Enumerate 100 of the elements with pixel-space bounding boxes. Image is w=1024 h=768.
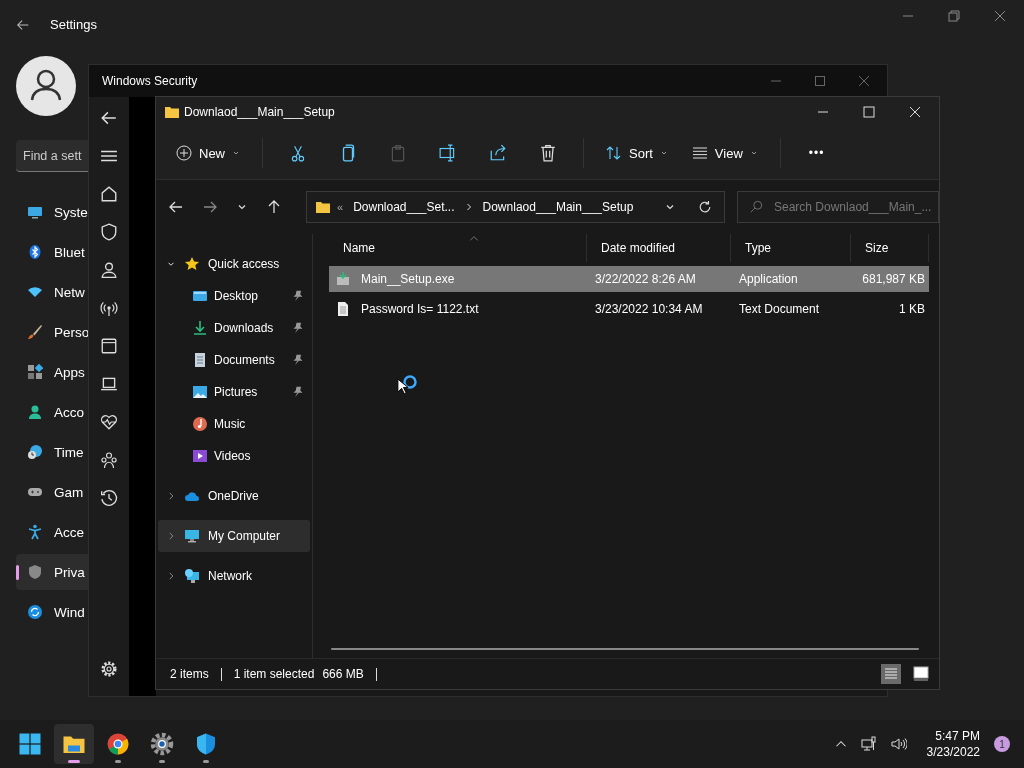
window-title: Settings [50,17,97,32]
pin-icon[interactable] [292,290,304,302]
scrollbar[interactable] [331,648,919,650]
overflow-crumb[interactable]: « [337,201,344,213]
settings-nav-item[interactable]: Perso [16,314,88,350]
clock-icon [27,444,43,460]
nav-tree-item[interactable]: Documents [158,344,310,376]
notification-badge[interactable]: 1 [994,736,1010,752]
back-icon[interactable] [168,199,184,215]
settings-nav-item[interactable]: Gam [16,474,88,510]
view-button[interactable]: View [683,139,766,167]
cursor-icon [397,378,408,395]
bluetooth-icon [27,244,43,260]
network-icon[interactable] [860,736,877,752]
taskbar-app[interactable] [54,724,94,764]
settings-nav-item[interactable]: Priva [16,554,88,590]
folder-icon [315,199,331,215]
chevron-icon[interactable] [166,531,176,541]
settings-nav-item[interactable]: Acco [16,394,88,430]
back-icon[interactable] [100,109,118,127]
tiles-view-icon[interactable] [911,664,931,684]
delete-icon[interactable] [539,144,557,162]
family-icon[interactable] [100,451,118,469]
forward-icon[interactable] [202,199,218,215]
avatar-icon [16,56,76,116]
maximize-icon[interactable] [815,76,825,86]
search-field[interactable]: Find a sett [16,140,88,172]
accessibility-icon [27,524,43,540]
settings-nav-item[interactable]: Time [16,434,88,470]
back-icon[interactable] [16,17,30,32]
pin-icon[interactable] [292,386,304,398]
browser-icon [106,732,130,756]
shield-icon [27,564,43,580]
folder-icon [164,104,180,120]
document-icon [192,352,208,368]
music-icon [192,416,208,432]
caret-icon [659,149,668,157]
settings-nav-item[interactable]: Acce [16,514,88,550]
file-row[interactable]: Main__Setup.exe 3/22/2022 8:26 AM Application 681,987 KB [329,266,929,292]
cut-icon[interactable] [289,144,307,162]
heart-icon[interactable] [100,413,118,431]
column-header[interactable]: Type [731,234,851,262]
volume-icon[interactable] [890,736,907,752]
chevron-icon[interactable] [166,491,176,501]
sync-icon [27,604,43,620]
clock[interactable]: 5:47 PM 3/23/2022 [926,728,980,760]
nav-tree-item[interactable]: My Computer [158,520,310,552]
star-icon [184,256,200,272]
breadcrumb[interactable]: Downlaod___Main___Setup [478,200,638,214]
nav-tree-item[interactable]: Desktop [158,280,310,312]
settings-nav-item[interactable]: Syste [16,194,88,230]
caret-icon [749,149,758,157]
settings-nav-item[interactable]: Apps [16,354,88,390]
up-icon[interactable] [266,199,282,215]
history-icon[interactable] [100,489,118,507]
settings-nav-item[interactable]: Bluet [16,234,88,270]
computer-icon [184,528,200,544]
column-header[interactable]: Size [851,234,929,262]
new-button[interactable]: New [168,139,248,167]
file-row[interactable]: Password Is= 1122.txt 3/23/2022 10:34 AM Text Document 1 KB [329,296,929,322]
column-header[interactable]: Date modified [587,234,731,262]
window-icon[interactable] [100,337,118,355]
antenna-icon[interactable] [100,299,118,317]
search-field[interactable]: Search Downlaod___Main_... [737,191,939,223]
column-header[interactable]: Name [329,234,587,262]
chevron-icon[interactable] [166,571,176,581]
download-icon [192,320,208,336]
more-button[interactable]: ••• [794,140,839,166]
sort-button[interactable]: Sort [598,139,676,167]
rename-icon[interactable] [439,144,457,162]
settings-icon[interactable] [100,660,118,678]
nav-tree-item[interactable]: Quick access [158,248,310,280]
window-title: Windows Security [102,74,198,88]
nav-tree-item[interactable]: Pictures [158,376,310,408]
share-icon[interactable] [489,144,507,162]
address-bar[interactable]: « Download___Set... Downlaod___Main___Setup [306,191,725,223]
restore-icon[interactable] [948,10,960,22]
person-icon[interactable] [100,261,118,279]
laptop-icon[interactable] [100,375,118,393]
home-icon[interactable] [100,185,118,203]
nav-tree-item[interactable]: Videos [158,440,310,472]
list-icon [691,145,708,161]
settings-nav-item[interactable]: Wind [16,594,88,630]
settings-nav-item[interactable]: Netw [16,274,88,310]
person-icon [27,404,43,420]
text-file-icon [335,301,351,317]
loading-icon [402,374,418,390]
refresh-icon[interactable] [698,200,712,214]
nav-tree-item[interactable]: Music [158,408,310,440]
nav-tree-item[interactable]: Network [158,560,310,592]
pin-icon[interactable] [292,322,304,334]
video-icon [192,448,208,464]
sort-icon [606,145,622,161]
caret-icon [232,149,240,157]
nav-tree-item[interactable]: OneDrive [158,480,310,512]
nav-tree-item[interactable]: Downloads [158,312,310,344]
pin-icon[interactable] [292,354,304,366]
breadcrumb[interactable]: Download___Set... [349,200,459,214]
add-icon [176,145,192,161]
shield-icon[interactable] [100,223,118,241]
